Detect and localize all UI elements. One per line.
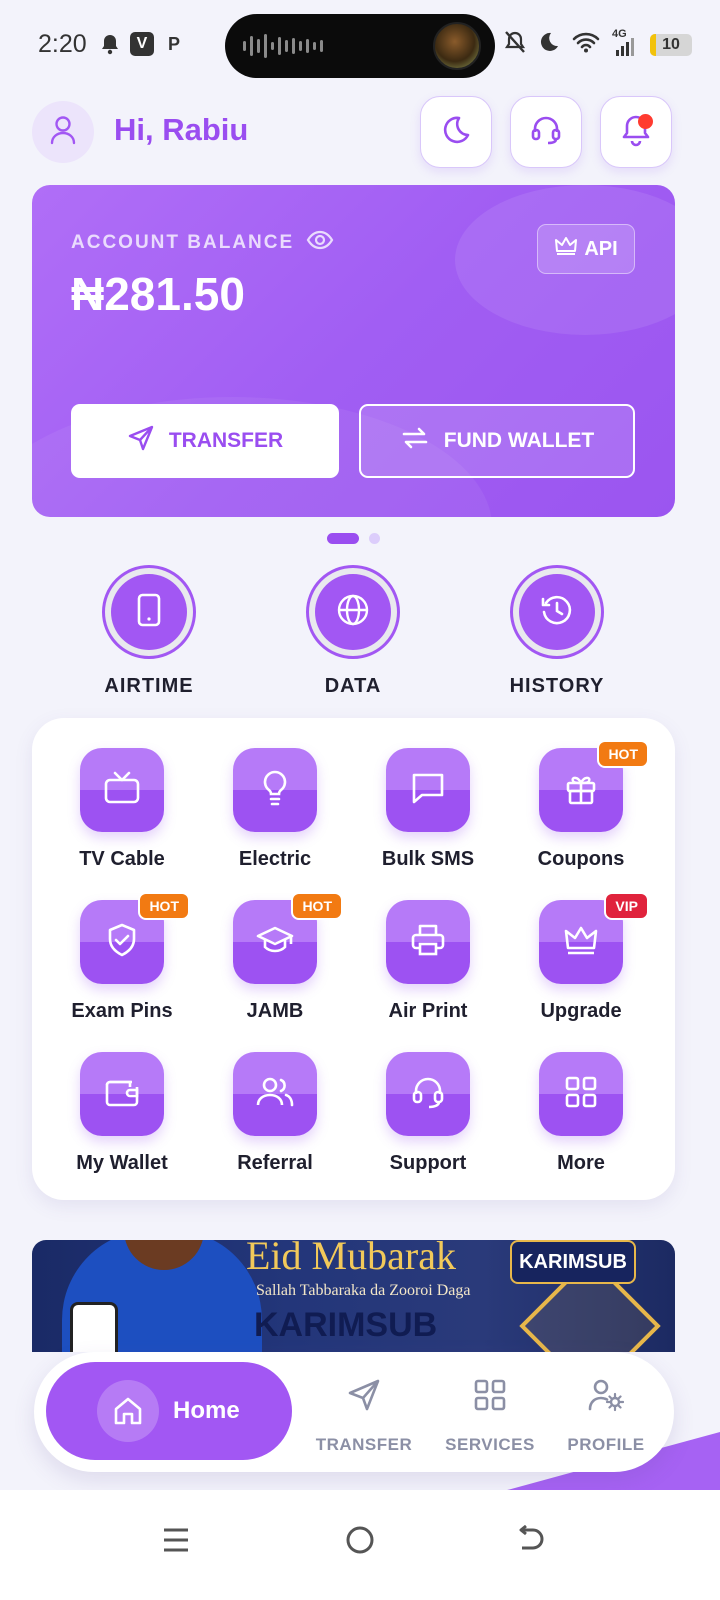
user-icon [49, 115, 77, 150]
system-nav-bar [0, 1490, 720, 1600]
wallet-icon [104, 1076, 140, 1113]
quick-action-airtime[interactable]: AIRTIME [74, 565, 224, 698]
printer-icon [410, 922, 446, 963]
headset-icon [410, 1074, 446, 1115]
back-system-button[interactable] [500, 1512, 560, 1572]
crown-icon [554, 236, 578, 262]
status-left-icons: V P [98, 32, 186, 56]
grid-icon [473, 1378, 507, 1417]
back-arrow-icon [514, 1524, 546, 1560]
quick-action-label: HISTORY [509, 675, 605, 697]
battery-icon: 10 [650, 33, 692, 56]
service-electric[interactable]: Electric [205, 748, 345, 871]
send-icon [127, 424, 155, 458]
graduation-cap-icon [256, 924, 294, 961]
notifications-button[interactable] [600, 96, 672, 168]
moon-icon [440, 114, 472, 151]
message-icon [410, 771, 446, 810]
swap-icon [400, 424, 430, 458]
service-tv-cable[interactable]: TV Cable [52, 748, 192, 871]
service-coupons[interactable]: HOT Coupons [511, 740, 651, 871]
media-thumbnail[interactable] [433, 22, 481, 70]
notification-badge [638, 114, 653, 129]
hot-badge: HOT [291, 892, 343, 920]
status-time: 2:20 [38, 30, 87, 58]
p-app-icon: P [167, 33, 180, 54]
status-bar: 2:20 V P 4G 10 [0, 0, 720, 92]
quick-action-history[interactable]: HISTORY [482, 565, 632, 698]
grid-icon [564, 1075, 598, 1114]
balance-label: ACCOUNT BALANCE [71, 230, 334, 256]
nav-home[interactable]: Home [46, 1362, 292, 1460]
banner-brand: KARIMSUB [254, 1306, 438, 1344]
hot-badge: HOT [138, 892, 190, 920]
send-icon [347, 1378, 381, 1417]
banner-phone-image [70, 1302, 118, 1352]
vip-badge: VIP [604, 892, 649, 920]
quick-action-label: DATA [324, 675, 382, 697]
nav-transfer[interactable]: TRANSFER [304, 1378, 424, 1455]
quick-action-label: AIRTIME [104, 675, 194, 697]
home-system-button[interactable] [330, 1512, 390, 1572]
4g-signal-icon: 4G [612, 28, 638, 58]
service-upgrade[interactable]: VIP Upgrade [511, 892, 651, 1023]
user-settings-icon [588, 1378, 625, 1417]
tv-icon [103, 771, 141, 810]
greeting: Hi, Rabiu [114, 112, 249, 147]
phone-icon [136, 593, 162, 632]
quick-action-data[interactable]: DATA [278, 565, 428, 698]
globe-icon [336, 593, 370, 632]
support-button[interactable] [510, 96, 582, 168]
eye-icon[interactable] [306, 230, 334, 256]
nav-services[interactable]: SERVICES [430, 1378, 550, 1455]
balance-card: ACCOUNT BALANCE ₦281.50 API TRANSFER FUN… [32, 185, 675, 517]
shield-check-icon [106, 922, 138, 963]
avatar[interactable] [32, 101, 94, 163]
status-right-icons: 4G 10 [504, 28, 692, 59]
carousel-indicator [327, 533, 380, 544]
v-app-icon: V [130, 32, 154, 56]
services-grid: TV Cable Electric Bulk SMS HOT Coupons H… [32, 718, 675, 1200]
moon-icon [538, 31, 560, 58]
service-exam-pins[interactable]: HOT Exam Pins [52, 892, 192, 1023]
carousel-dot[interactable] [369, 533, 380, 544]
hot-badge: HOT [597, 740, 649, 768]
users-icon [256, 1076, 294, 1113]
service-bulk-sms[interactable]: Bulk SMS [358, 748, 498, 871]
recent-apps-button[interactable] [146, 1512, 206, 1572]
lightbulb-icon [260, 769, 290, 812]
circle-icon [345, 1525, 375, 1560]
service-referral[interactable]: Referral [205, 1052, 345, 1175]
history-icon [540, 593, 574, 632]
menu-lines-icon [161, 1526, 191, 1559]
mute-icon [504, 30, 526, 59]
theme-toggle-button[interactable] [420, 96, 492, 168]
banner-title: Eid Mubarak [246, 1240, 456, 1278]
service-more[interactable]: More [511, 1052, 651, 1175]
transfer-button[interactable]: TRANSFER [71, 404, 339, 478]
balance-amount: ₦281.50 [71, 268, 245, 320]
bottom-nav: Home TRANSFER SERVICES PROFILE [34, 1352, 674, 1472]
api-button[interactable]: API [537, 224, 635, 274]
carousel-dot-active[interactable] [327, 533, 359, 544]
audio-wave-icon [243, 34, 323, 58]
dynamic-island [225, 14, 495, 78]
banner-badge: KARIMSUB [510, 1240, 636, 1284]
nav-profile[interactable]: PROFILE [546, 1378, 666, 1455]
wifi-icon [572, 31, 600, 58]
service-my-wallet[interactable]: My Wallet [52, 1052, 192, 1175]
home-icon [97, 1380, 159, 1442]
gift-icon [564, 771, 598, 810]
fund-wallet-button[interactable]: FUND WALLET [359, 404, 635, 478]
service-support[interactable]: Support [358, 1052, 498, 1175]
service-jamb[interactable]: HOT JAMB [205, 892, 345, 1023]
headset-icon [529, 113, 563, 152]
bell-icon [98, 32, 122, 56]
banner-subtitle: Sallah Tabbaraka da Zooroi Daga [256, 1282, 471, 1299]
service-air-print[interactable]: Air Print [358, 900, 498, 1023]
promo-banner[interactable]: Eid Mubarak Sallah Tabbaraka da Zooroi D… [32, 1240, 675, 1352]
crown-icon [563, 924, 599, 961]
